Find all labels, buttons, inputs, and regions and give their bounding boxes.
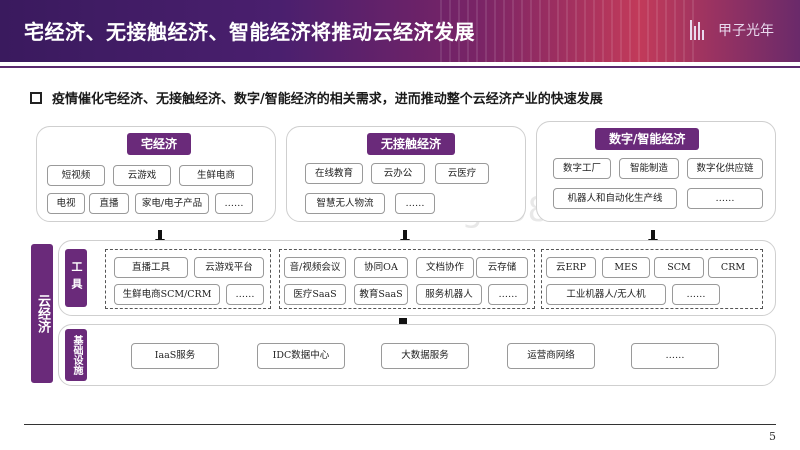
category-item: 家电/电子产品 (135, 193, 209, 214)
tool-item: …… (488, 284, 528, 305)
category-title: 数字/智能经济 (595, 128, 700, 150)
infrastructure-label-text: 基础设施 (71, 335, 82, 375)
category-item: 短视频 (47, 165, 105, 186)
category-title: 无接触经济 (367, 133, 456, 155)
category-item: 机器人和自动化生产线 (553, 188, 677, 209)
tool-item: 文档协作 (416, 257, 474, 278)
infra-item: 大数据服务 (381, 343, 469, 369)
infrastructure-row: 基础设施 IaaS服务 IDC数据中心 大数据服务 运营商网络 …… (58, 324, 776, 386)
brand-logo-icon (690, 20, 712, 40)
tool-item: 直播工具 (114, 257, 188, 278)
category-item: …… (215, 193, 253, 214)
tools-group-digital: 云ERP MES SCM CRM 工业机器人/无人机 …… (541, 249, 763, 309)
category-item: 电视 (47, 193, 85, 214)
headline-text: 疫情催化宅经济、无接触经济、数字/智能经济的相关需求，进而推动整个云经济产业的快… (52, 92, 603, 107)
category-contactless-economy: 无接触经济 在线教育 云办公 云医疗 智慧无人物流 …… (286, 126, 526, 222)
header-banner: 宅经济、无接触经济、智能经济将推动云经济发展 甲子光年 (0, 0, 800, 62)
category-item: …… (395, 193, 435, 214)
category-item: 直播 (89, 193, 129, 214)
cloud-economy-label: 云经济 (31, 244, 53, 383)
tool-item: SCM (654, 257, 704, 278)
tool-item: CRM (708, 257, 758, 278)
category-item: 智慧无人物流 (305, 193, 385, 214)
tool-item: 医疗SaaS (284, 284, 346, 305)
tools-group-home: 直播工具 云游戏平台 生鲜电商SCM/CRM …… (105, 249, 271, 309)
tool-item: 云ERP (546, 257, 596, 278)
square-bullet-icon (30, 91, 42, 104)
brand-name: 甲子光年 (718, 23, 774, 39)
category-digital-economy: 数字/智能经济 数字工厂 智能制造 数字化供应链 机器人和自动化生产线 …… (536, 121, 776, 222)
page-number: 5 (769, 430, 776, 443)
category-title: 宅经济 (127, 133, 192, 155)
tools-label-text: 工具 (70, 261, 83, 295)
page-title: 宅经济、无接触经济、智能经济将推动云经济发展 (24, 20, 475, 44)
tools-row: 工具 直播工具 云游戏平台 生鲜电商SCM/CRM …… 音/视频会议 协同OA… (58, 240, 776, 316)
tool-item: 音/视频会议 (284, 257, 346, 278)
category-item: 云办公 (371, 163, 425, 184)
category-home-economy: 宅经济 短视频 云游戏 生鲜电商 电视 直播 家电/电子产品 …… (36, 126, 276, 222)
category-item: 生鲜电商 (179, 165, 253, 186)
category-item: …… (687, 188, 763, 209)
banner-decoration (440, 0, 700, 62)
category-item: 数字化供应链 (687, 158, 763, 179)
tool-item: 教育SaaS (354, 284, 408, 305)
category-item: 智能制造 (619, 158, 679, 179)
tools-label: 工具 (65, 249, 87, 307)
tool-item: 服务机器人 (416, 284, 482, 305)
tool-item: …… (672, 284, 720, 305)
brand: 甲子光年 (690, 20, 774, 40)
category-item: 数字工厂 (553, 158, 611, 179)
category-item: 在线教育 (305, 163, 363, 184)
cloud-economy-text: 云经济 (35, 294, 50, 333)
infrastructure-label: 基础设施 (65, 329, 87, 381)
tool-item: 工业机器人/无人机 (546, 284, 666, 305)
tool-item: 协同OA (354, 257, 408, 278)
tool-item: …… (226, 284, 264, 305)
tool-item: 云游戏平台 (194, 257, 264, 278)
infra-item: …… (631, 343, 719, 369)
category-item: 云游戏 (113, 165, 171, 186)
tool-item: MES (602, 257, 650, 278)
tools-group-contactless: 音/视频会议 协同OA 文档协作 云存储 医疗SaaS 教育SaaS 服务机器人… (279, 249, 535, 309)
tool-item: 生鲜电商SCM/CRM (114, 284, 220, 305)
category-item: 云医疗 (435, 163, 489, 184)
header-divider (0, 66, 800, 68)
infra-item: 运营商网络 (507, 343, 595, 369)
headline: 疫情催化宅经济、无接触经济、数字/智能经济的相关需求，进而推动整个云经济产业的快… (30, 88, 603, 107)
tool-item: 云存储 (476, 257, 528, 278)
infra-item: IDC数据中心 (257, 343, 345, 369)
footer-divider (24, 424, 776, 425)
infra-item: IaaS服务 (131, 343, 219, 369)
